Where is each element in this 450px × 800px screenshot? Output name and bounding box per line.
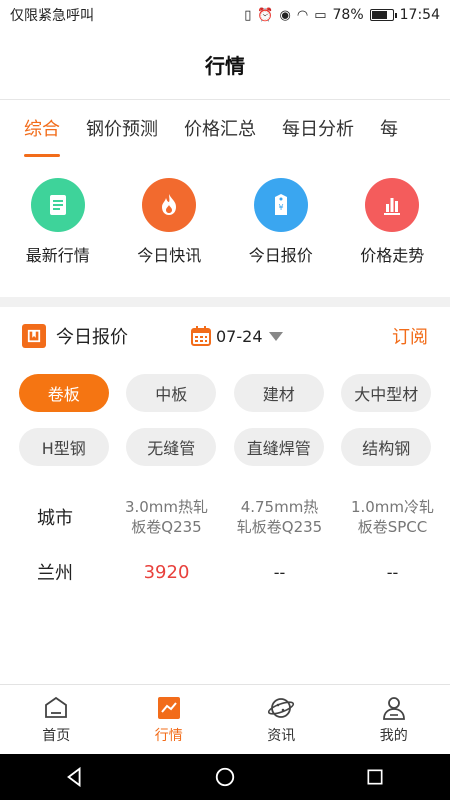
quick-label: 今日快讯 bbox=[137, 246, 202, 265]
tab-overview[interactable]: 综合 bbox=[24, 101, 60, 159]
section-divider bbox=[0, 297, 450, 307]
chip-welded-pipe[interactable]: 直缝焊管 bbox=[233, 428, 324, 466]
price-tag-icon: ¥ bbox=[253, 178, 308, 232]
price-cell: -- bbox=[386, 562, 399, 582]
nav-label: 资讯 bbox=[267, 727, 296, 744]
battery-percent: 78% bbox=[332, 7, 364, 23]
recents-icon[interactable] bbox=[363, 765, 387, 789]
flame-icon bbox=[142, 178, 197, 232]
chip-construction[interactable]: 建材 bbox=[233, 374, 324, 412]
battery-icon bbox=[369, 9, 397, 21]
bookmark-icon bbox=[22, 324, 46, 348]
quick-price-trend[interactable]: 价格走势 bbox=[337, 178, 447, 278]
selected-date: 07-24 bbox=[216, 326, 263, 346]
bottom-nav: 首页 行情 资讯 我的 bbox=[0, 684, 450, 754]
svg-text:¥: ¥ bbox=[278, 203, 283, 212]
nav-news[interactable]: 资讯 bbox=[225, 685, 338, 754]
table-row[interactable]: 兰州 3920 -- -- bbox=[0, 544, 450, 600]
document-icon bbox=[30, 178, 85, 232]
chip-structural-steel[interactable]: 结构钢 bbox=[341, 428, 432, 466]
column-header: 1.0mm冷轧 板卷SPCC bbox=[350, 498, 435, 536]
product-filter-chips: 卷板 中板 建材 大中型材 H型钢 无缝管 直缝焊管 结构钢 bbox=[0, 374, 450, 466]
quick-label: 今日报价 bbox=[248, 246, 313, 265]
tab-price-summary[interactable]: 价格汇总 bbox=[184, 101, 256, 159]
title-bar: 行情 bbox=[0, 30, 450, 100]
calendar-icon bbox=[191, 326, 211, 346]
column-header-city: 城市 bbox=[37, 508, 73, 529]
eye-icon: ◉ bbox=[279, 7, 291, 23]
chip-medium-plate[interactable]: 中板 bbox=[126, 374, 217, 412]
quote-section-header: 今日报价 07-24 订阅 bbox=[0, 316, 450, 356]
price-cell: -- bbox=[273, 562, 286, 582]
page-title: 行情 bbox=[205, 54, 245, 78]
quick-label: 价格走势 bbox=[360, 246, 425, 265]
status-bar: 仅限紧急呼叫 ▯ ⏰ ◉ ◠ ▭ 78% 17:54 bbox=[0, 0, 450, 30]
column-header: 3.0mm热轧 板卷Q235 bbox=[124, 498, 209, 536]
back-icon[interactable] bbox=[63, 765, 87, 789]
sim-icon: ▭ bbox=[314, 7, 327, 23]
quick-today-quote[interactable]: ¥ 今日报价 bbox=[226, 178, 336, 278]
carrier-text: 仅限紧急呼叫 bbox=[10, 8, 94, 24]
nav-profile[interactable]: 我的 bbox=[338, 685, 450, 754]
home-circle-icon[interactable] bbox=[213, 765, 237, 789]
category-tabs: 综合 钢价预测 价格汇总 每日分析 每 bbox=[0, 101, 450, 159]
chip-coil[interactable]: 卷板 bbox=[18, 374, 109, 412]
quick-label: 最新行情 bbox=[25, 246, 90, 265]
home-icon bbox=[45, 696, 68, 718]
table-header-row: 城市 3.0mm热轧 板卷Q235 4.75mm热 轧板卷Q235 1.0mm冷… bbox=[0, 490, 450, 544]
section-title: 今日报价 bbox=[56, 327, 128, 348]
status-icons: ▯ ⏰ ◉ ◠ ▭ 78% 17:54 bbox=[244, 7, 440, 23]
dropdown-caret-icon bbox=[268, 331, 283, 341]
system-nav-bar bbox=[0, 754, 450, 800]
tab-steel-forecast[interactable]: 钢价预测 bbox=[86, 101, 158, 159]
quick-latest-market[interactable]: 最新行情 bbox=[3, 178, 113, 278]
nav-home[interactable]: 首页 bbox=[0, 685, 113, 754]
vibrate-icon: ▯ bbox=[244, 7, 252, 23]
price-cell: 3920 bbox=[143, 561, 190, 583]
price-table: 城市 3.0mm热轧 板卷Q235 4.75mm热 轧板卷Q235 1.0mm冷… bbox=[0, 490, 450, 600]
column-header: 4.75mm热 轧板卷Q235 bbox=[236, 498, 323, 536]
subscribe-button[interactable]: 订阅 bbox=[392, 323, 428, 349]
date-picker[interactable]: 07-24 bbox=[190, 325, 283, 347]
chip-seamless-pipe[interactable]: 无缝管 bbox=[126, 428, 217, 466]
nav-market[interactable]: 行情 bbox=[113, 685, 226, 754]
quick-today-news[interactable]: 今日快讯 bbox=[114, 178, 224, 278]
clock: 17:54 bbox=[399, 7, 440, 23]
nav-label: 我的 bbox=[379, 727, 408, 744]
wifi-icon: ◠ bbox=[296, 7, 309, 23]
bar-chart-icon bbox=[365, 178, 420, 232]
chip-section-steel[interactable]: 大中型材 bbox=[341, 374, 432, 412]
nav-label: 行情 bbox=[154, 727, 183, 744]
tab-more-daily[interactable]: 每 bbox=[380, 101, 398, 159]
quick-entry-grid: 最新行情 今日快讯 ¥ 今日报价 价格走势 bbox=[0, 178, 450, 278]
city-cell: 兰州 bbox=[37, 563, 73, 584]
chip-h-beam[interactable]: H型钢 bbox=[18, 428, 109, 466]
tab-daily-analysis[interactable]: 每日分析 bbox=[282, 101, 354, 159]
user-icon bbox=[382, 696, 405, 720]
trend-icon bbox=[157, 696, 180, 719]
alarm-icon: ⏰ bbox=[257, 7, 274, 23]
nav-label: 首页 bbox=[42, 727, 71, 744]
news-planet-icon bbox=[268, 697, 295, 718]
